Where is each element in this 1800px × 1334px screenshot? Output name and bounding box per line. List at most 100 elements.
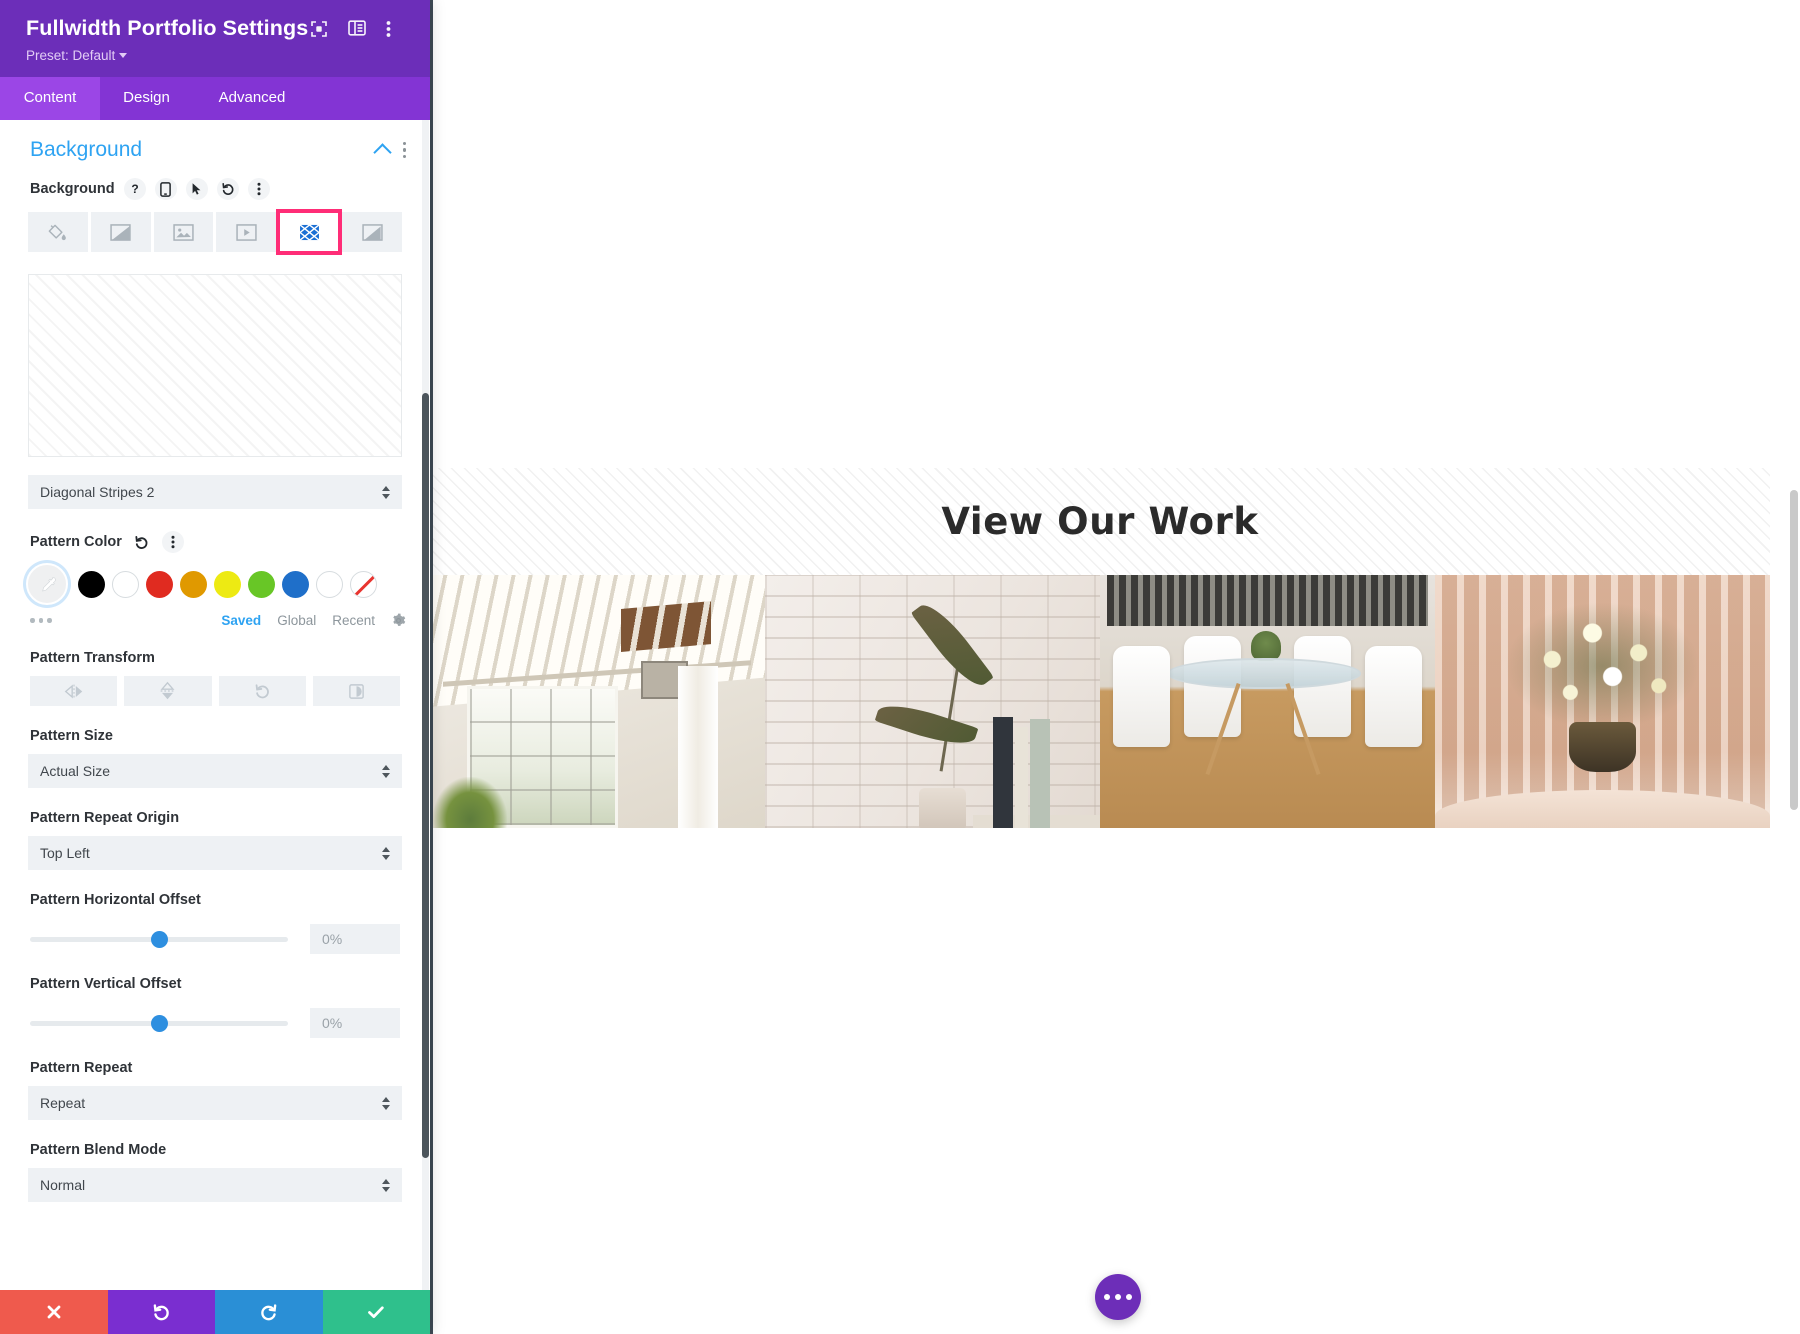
swatch-white[interactable]: [112, 570, 139, 598]
panel-scroll-body: Background Background ? Diagonal Stripes…: [0, 120, 430, 1290]
section-options-icon[interactable]: [402, 141, 406, 159]
pattern-repeat-select[interactable]: Repeat: [28, 1086, 402, 1120]
pattern-repeat-value: Repeat: [40, 1095, 86, 1111]
pattern-color-label: Pattern Color: [30, 534, 122, 550]
responsive-phone-icon[interactable]: [154, 178, 177, 200]
background-type-video[interactable]: [216, 212, 277, 252]
pattern-size-label-row: Pattern Size: [0, 706, 430, 754]
swatch-tab-global[interactable]: Global: [277, 613, 316, 628]
tab-advanced[interactable]: Advanced: [193, 77, 311, 120]
help-icon[interactable]: ?: [123, 178, 146, 200]
background-type-gradient[interactable]: [90, 212, 151, 252]
focus-target-icon[interactable]: [310, 20, 328, 38]
gear-icon[interactable]: [391, 613, 406, 628]
chevron-up-icon[interactable]: [372, 143, 392, 162]
portfolio-item-1[interactable]: [430, 575, 765, 828]
flip-vertical-icon: [160, 681, 175, 700]
preset-selector[interactable]: Preset: Default: [26, 47, 408, 65]
save-button[interactable]: [322, 1290, 430, 1334]
pattern-color-label-row: Pattern Color: [0, 509, 430, 563]
section-title: Background: [30, 138, 143, 161]
reset-icon[interactable]: [131, 531, 153, 553]
background-field-label: Background: [30, 181, 115, 197]
slider-knob[interactable]: [150, 930, 168, 948]
background-type-color[interactable]: [28, 212, 88, 252]
more-horizontal-icon[interactable]: [30, 618, 221, 623]
portfolio-item-3[interactable]: [1100, 575, 1435, 828]
swatch-blue[interactable]: [282, 570, 309, 598]
portfolio-grid: [430, 575, 1770, 828]
flip-vertical-button[interactable]: [124, 676, 212, 706]
chevron-down-icon: [119, 53, 128, 58]
background-type-mask[interactable]: [342, 212, 402, 252]
panel-footer-actions: [0, 1290, 430, 1334]
swatch-orange[interactable]: [180, 570, 207, 598]
settings-tabs: Content Design Advanced: [0, 77, 430, 120]
color-picker-swatch[interactable]: [26, 563, 68, 605]
more-vertical-icon[interactable]: [161, 531, 184, 553]
pattern-repeat-origin-label: Pattern Repeat Origin: [30, 810, 180, 826]
dining-chair-right: [1364, 645, 1422, 748]
background-type-pattern[interactable]: [276, 209, 343, 255]
pattern-size-select[interactable]: Actual Size: [28, 754, 402, 788]
layout-panel-icon[interactable]: [348, 19, 366, 38]
pattern-blend-mode-value: Normal: [40, 1177, 86, 1193]
background-type-tabs: [0, 209, 430, 255]
pattern-horizontal-offset-slider[interactable]: [30, 930, 288, 948]
checkmark-icon: [368, 1306, 384, 1318]
rotate-button[interactable]: [218, 676, 306, 706]
panel-scrollbar-thumb[interactable]: [422, 393, 429, 1158]
pattern-transform-label: Pattern Transform: [30, 650, 155, 666]
pattern-color-swatches: [0, 563, 430, 605]
redo-icon: [261, 1303, 277, 1320]
pattern-repeat-origin-value: Top Left: [40, 845, 90, 861]
background-type-image[interactable]: [153, 212, 214, 252]
pattern-vertical-offset-label: Pattern Vertical Offset: [30, 976, 182, 992]
redo-button[interactable]: [215, 1290, 323, 1334]
reset-icon[interactable]: [216, 178, 239, 200]
swatch-tab-recent[interactable]: Recent: [332, 613, 375, 628]
swatch-yellow[interactable]: [214, 570, 241, 598]
pattern-preview: [28, 274, 402, 457]
pattern-style-select[interactable]: Diagonal Stripes 2: [28, 475, 402, 509]
flip-horizontal-icon: [64, 684, 82, 698]
hover-cursor-icon[interactable]: [185, 178, 208, 200]
pattern-horizontal-offset-input[interactable]: 0%: [310, 924, 400, 954]
tab-design[interactable]: Design: [100, 77, 193, 120]
panel-header: Fullwidth Portfolio Settings Preset: Def…: [0, 0, 430, 77]
eyedropper-icon: [41, 576, 56, 591]
swatch-tab-saved[interactable]: Saved: [221, 613, 261, 628]
portfolio-item-4[interactable]: [1435, 575, 1770, 828]
swatch-transparent[interactable]: [350, 570, 377, 598]
pattern-blend-mode-label-row: Pattern Blend Mode: [0, 1120, 430, 1168]
swatch-red[interactable]: [146, 570, 173, 598]
more-vertical-icon[interactable]: [247, 178, 270, 200]
loft-curtain: [677, 666, 719, 828]
page-settings-fab-button[interactable]: [1095, 1274, 1141, 1320]
flip-horizontal-button[interactable]: [30, 676, 118, 706]
pattern-vertical-offset-label-row: Pattern Vertical Offset: [0, 954, 430, 1002]
invert-button[interactable]: [312, 676, 400, 706]
book-cream: [1014, 726, 1028, 828]
preset-label: Preset: Default: [26, 48, 116, 63]
swatch-black[interactable]: [78, 570, 105, 598]
swatch-green[interactable]: [248, 570, 275, 598]
undo-button[interactable]: [107, 1290, 215, 1334]
pattern-vertical-offset-slider[interactable]: [30, 1014, 288, 1032]
pattern-repeat-origin-select[interactable]: Top Left: [28, 836, 402, 870]
tab-content[interactable]: Content: [0, 77, 100, 120]
swatch-white-2[interactable]: [316, 570, 343, 598]
canvas-scrollbar[interactable]: [1790, 490, 1798, 810]
slider-knob[interactable]: [150, 1014, 168, 1032]
brass-vase: [1569, 721, 1636, 773]
cancel-button[interactable]: [0, 1290, 108, 1334]
pattern-blend-mode-label: Pattern Blend Mode: [30, 1142, 167, 1158]
swatch-meta-row: Saved Global Recent: [0, 605, 430, 628]
pattern-blend-mode-select[interactable]: Normal: [28, 1168, 402, 1202]
background-field-label-row: Background ?: [30, 174, 400, 212]
pattern-vertical-offset-input[interactable]: 0%: [310, 1008, 400, 1038]
pattern-size-value: Actual Size: [40, 763, 111, 779]
more-vertical-icon[interactable]: [386, 20, 404, 38]
module-settings-panel: Fullwidth Portfolio Settings Preset: Def…: [0, 0, 430, 1334]
portfolio-item-2[interactable]: [765, 575, 1100, 828]
